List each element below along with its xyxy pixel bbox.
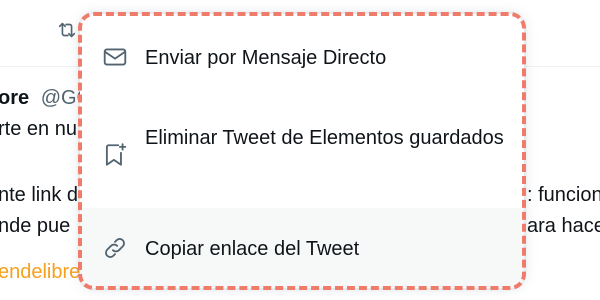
- tweet-author[interactable]: ore @GC: [0, 86, 91, 110]
- tweet-view: ore @GC rte en nu nte link d : funcion n…: [0, 0, 600, 300]
- mail-icon: [103, 48, 127, 66]
- remove-bookmark-item[interactable]: Eliminar Tweet de Elementos guardados: [80, 102, 524, 208]
- tweet-text-line: rte en nu: [0, 118, 77, 140]
- send-direct-message-item[interactable]: Enviar por Mensaje Directo: [80, 14, 524, 102]
- retweet-icon[interactable]: [56, 19, 78, 41]
- menu-item-label: Copiar enlace del Tweet: [145, 238, 360, 260]
- tweet-text-line: nte link d: [0, 184, 79, 206]
- bookmark-remove-icon: [105, 143, 127, 166]
- tweet-text-line: ara hace: [527, 215, 600, 237]
- menu-item-label: Enviar por Mensaje Directo: [145, 47, 387, 69]
- author-name[interactable]: ore: [0, 87, 29, 109]
- share-menu: Enviar por Mensaje Directo Eliminar Twee…: [80, 14, 524, 288]
- copy-link-item[interactable]: Copiar enlace del Tweet: [80, 208, 524, 288]
- link-icon: [105, 238, 125, 258]
- menu-item-label: Eliminar Tweet de Elementos guardados: [145, 127, 504, 149]
- tweet-text-line: : funcion: [527, 184, 600, 206]
- tweet-text-line: nde pue: [0, 215, 71, 237]
